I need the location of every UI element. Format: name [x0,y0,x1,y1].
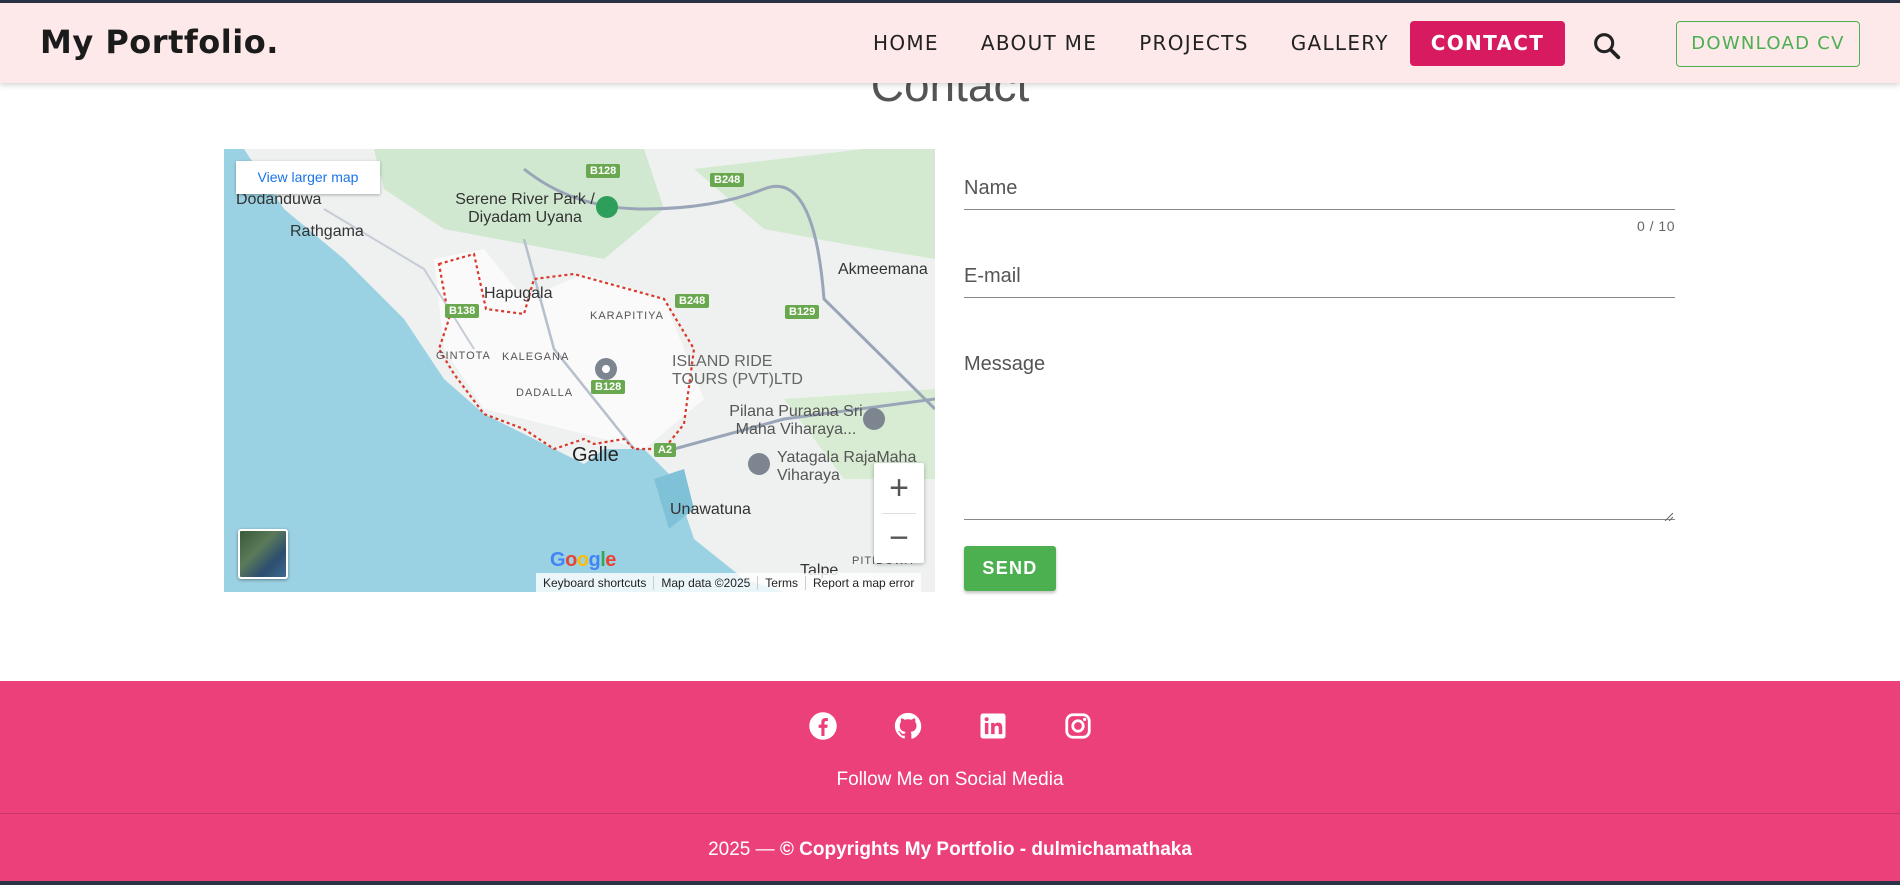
footer-divider [0,813,1900,814]
road-marker: B248 [710,173,745,187]
instagram-icon[interactable] [1063,711,1093,741]
resize-handle[interactable] [1663,508,1674,522]
report-map-error-link[interactable]: Report a map error [804,575,921,590]
road-marker: B128 [586,164,621,178]
nav-about-me[interactable]: ABOUT ME [960,21,1118,66]
map-label-hapugala: Hapugala [484,285,553,302]
road-marker: B138 [445,304,480,318]
follow-text: Follow Me on Social Media [836,769,1064,790]
terms-link[interactable]: Terms [757,575,805,590]
name-underline [964,209,1675,210]
embedded-map[interactable]: Dodanduwa Rathgama Serene River Park / D… [224,149,935,592]
github-icon[interactable] [893,711,923,741]
nav-home[interactable]: HOME [852,21,960,66]
facebook-icon[interactable] [808,711,838,741]
map-label-karapitiya: KARAPITIYA [590,310,664,322]
search-icon[interactable] [1590,29,1624,63]
download-cv-button[interactable]: DOWNLOAD CV [1676,21,1860,67]
nav-contact[interactable]: CONTACT [1409,21,1566,66]
keyboard-shortcuts-link[interactable]: Keyboard shortcuts [536,576,653,590]
site-brand[interactable]: My Portfolio. [40,23,279,61]
nav-gallery[interactable]: GALLERY [1270,21,1410,66]
site-footer: Follow Me on Social Media 2025 — © Copyr… [0,681,1900,885]
map-label-gintota: GINTOTA [436,350,491,362]
view-larger-map-link[interactable]: View larger map [236,161,380,194]
map-label-serene-river-park: Serene River Park / Diyadam Uyana [455,191,595,226]
map-zoom-controls: + − [874,463,924,563]
social-links [0,711,1900,741]
road-marker: A2 [654,443,677,457]
main-nav: HOME ABOUT ME PROJECTS GALLERY CONTACT [852,21,1566,66]
copyright-year: 2025 — [708,839,780,860]
map-label-galle: Galle [572,444,619,466]
message-underline [964,519,1675,520]
copyright-owner: © Copyrights My Portfolio - dulmichamath… [779,839,1192,860]
satellite-toggle[interactable] [238,529,288,579]
linkedin-icon[interactable] [978,711,1008,741]
map-label-rathgama: Rathgama [290,223,364,240]
name-counter: 0 / 10 [1636,218,1675,234]
zoom-out-button[interactable]: − [874,514,924,563]
message-field[interactable]: Message [964,336,1675,522]
send-button[interactable]: SEND [964,546,1056,591]
window-bottom-strip [0,881,1900,885]
message-label: Message [964,353,1046,375]
name-field[interactable]: Name [964,160,1675,210]
map-label-island-ride-tours: ISLAND RIDE TOURS (PVT)LTD [672,353,803,388]
map-label-unawatuna: Unawatuna [670,501,751,518]
copyright-text: 2025 — © Copyrights My Portfolio - dulmi… [0,839,1900,861]
name-label: Name [964,177,1018,199]
email-label: E-mail [964,265,1021,287]
email-underline [964,297,1675,298]
road-marker: B248 [675,294,710,308]
site-header: My Portfolio. HOME ABOUT ME PROJECTS GAL… [0,3,1900,83]
map-label-akmeemana: Akmeemana [838,261,928,278]
email-field[interactable]: E-mail [964,248,1675,298]
zoom-in-button[interactable]: + [874,463,924,513]
road-marker: B128 [591,380,626,394]
map-label-dadalla: DADALLA [516,387,574,399]
map-attribution: Keyboard shortcuts Map data ©2025 Terms … [536,573,922,592]
nav-projects[interactable]: PROJECTS [1118,21,1270,66]
map-label-kalegana: KALEGANA [502,351,570,363]
map-data-text: Map data ©2025 [653,575,757,590]
road-marker: B129 [785,305,820,319]
google-logo: Google [550,549,616,571]
map-label-pilana-viharaya: Pilana Puraana Sri Maha Viharaya... [729,403,863,438]
